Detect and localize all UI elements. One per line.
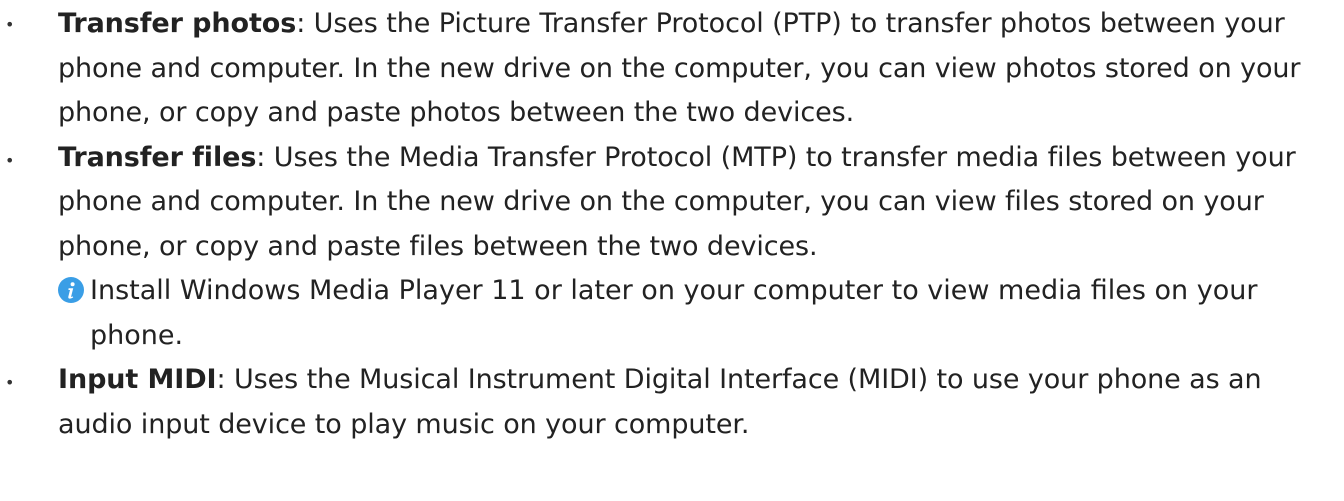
document-page: • Transfer photos: Uses the Picture Tran… bbox=[0, 0, 1344, 501]
item-term: Transfer files bbox=[58, 141, 257, 173]
bullet: • bbox=[5, 373, 15, 392]
item-description: : Uses the Musical Instrument Digital In… bbox=[58, 364, 1262, 440]
item-term: Transfer photos bbox=[58, 8, 297, 39]
list-item-input-midi: • Input MIDI: Uses the Musical Instrumen… bbox=[5, 358, 1328, 447]
bullet: • bbox=[5, 150, 15, 170]
list-item-transfer-files: • Transfer files: Uses the Media Transfe… bbox=[5, 136, 1328, 270]
bullet: • bbox=[5, 15, 15, 34]
note-text: Install Windows Media Player 11 or later… bbox=[90, 275, 1258, 351]
info-icon bbox=[58, 277, 84, 303]
note: Install Windows Media Player 11 or later… bbox=[58, 269, 1328, 358]
list-item-transfer-photos: • Transfer photos: Uses the Picture Tran… bbox=[5, 0, 1328, 136]
item-term: Input MIDI bbox=[58, 364, 217, 395]
